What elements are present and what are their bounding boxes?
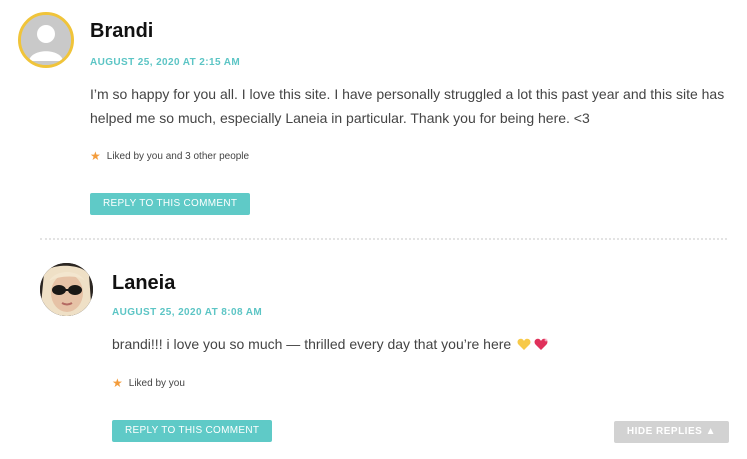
comment-author[interactable]: Brandi: [90, 20, 153, 43]
comment-date[interactable]: AUGUST 25, 2020 AT 2:15 AM: [90, 57, 240, 68]
comment-text: I’m so happy for you all. I love this si…: [90, 86, 725, 126]
like-text: Liked by you: [128, 377, 185, 389]
reply-button[interactable]: REPLY TO THIS COMMENT: [112, 420, 273, 442]
like-text: Liked by you and 3 other people: [106, 150, 250, 162]
user-avatar-icon: [21, 15, 71, 65]
sparkling-heart-icon: [533, 334, 549, 358]
yellow-heart-icon: [517, 334, 531, 358]
like-status[interactable]: ★ Liked by you: [112, 377, 185, 389]
comment-divider: [40, 238, 727, 240]
hide-replies-label: HIDE REPLIES: [626, 426, 703, 437]
avatar[interactable]: [18, 12, 74, 68]
comment-text-content: brandi!!! i love you so much — thrilled …: [112, 336, 512, 352]
comment-author[interactable]: Laneia: [112, 272, 175, 295]
hide-replies-button[interactable]: HIDE REPLIES ▲: [613, 421, 729, 443]
star-icon: ★: [90, 149, 101, 163]
caret-up-icon: ▲: [705, 426, 716, 437]
comment-text: brandi!!! i love you so much — thrilled …: [112, 332, 712, 358]
reply-button[interactable]: REPLY TO THIS COMMENT: [90, 193, 251, 215]
photo-avatar-icon: [40, 263, 93, 316]
avatar[interactable]: [40, 263, 93, 316]
like-status[interactable]: ★ Liked by you and 3 other people: [90, 150, 249, 162]
star-icon: ★: [112, 376, 123, 390]
comment-date[interactable]: AUGUST 25, 2020 AT 8:08 AM: [112, 307, 262, 318]
